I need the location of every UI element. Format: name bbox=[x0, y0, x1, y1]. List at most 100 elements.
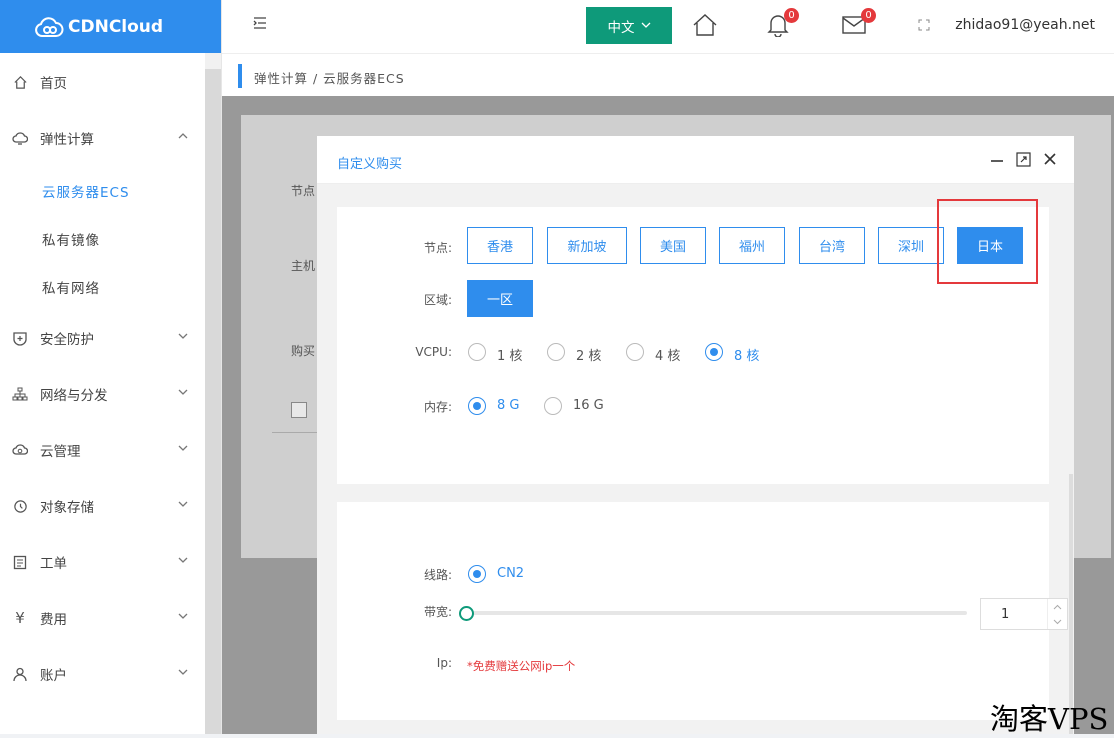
background-label: 购买 bbox=[291, 344, 316, 358]
ticket-icon bbox=[12, 554, 28, 570]
minimize-icon[interactable] bbox=[990, 153, 1004, 171]
yen-icon: ¥ bbox=[15, 609, 25, 627]
vcpu-option-label[interactable]: 2 核 bbox=[576, 345, 601, 364]
fullscreen-icon[interactable] bbox=[918, 19, 930, 35]
maximize-icon[interactable] bbox=[1016, 152, 1031, 171]
sidebar-item-label: 首页 bbox=[40, 76, 67, 92]
cloud-manage-icon bbox=[12, 442, 28, 458]
bandwidth-value: 1 bbox=[1001, 607, 1010, 622]
brand-name: CDNCloud bbox=[68, 16, 164, 37]
sidebar-subitem-private-image[interactable]: 私有镜像 bbox=[42, 229, 100, 249]
bell-icon[interactable]: 0 bbox=[767, 8, 799, 41]
vcpu-radio-8[interactable] bbox=[705, 343, 723, 361]
sidebar-item-label: 弹性计算 bbox=[40, 132, 94, 148]
background-checkbox bbox=[291, 402, 307, 418]
chevron-down-icon bbox=[177, 554, 189, 570]
vcpu-radio-2[interactable] bbox=[547, 343, 565, 361]
node-button-hongkong[interactable]: 香港 bbox=[467, 227, 533, 264]
modal-scrollbar[interactable] bbox=[1069, 474, 1073, 734]
zone-button[interactable]: 一区 bbox=[467, 280, 533, 317]
memory-option-label[interactable]: 16 G bbox=[573, 398, 604, 413]
cloud-logo-icon bbox=[35, 16, 64, 37]
bandwidth-input[interactable]: 1 bbox=[980, 598, 1068, 630]
sidebar-item-label: 工单 bbox=[40, 556, 67, 572]
brand-logo[interactable]: CDNCloud bbox=[0, 0, 221, 53]
user-email[interactable]: zhidao91@yeah.net bbox=[955, 17, 1095, 33]
sidebar-item-elastic-compute[interactable]: 弹性计算 bbox=[0, 118, 205, 158]
language-label: 中文 bbox=[607, 19, 635, 36]
sidebar: CDNCloud 首页 弹性计算 云服务器ECS 私有镜像 私有网络 安全防护 … bbox=[0, 0, 222, 734]
node-button-shenzhen[interactable]: 深圳 bbox=[878, 227, 944, 264]
sidebar-item-home[interactable]: 首页 bbox=[0, 62, 205, 102]
mail-icon[interactable]: 0 bbox=[842, 8, 876, 39]
breadcrumb-accent bbox=[238, 64, 242, 88]
modal-header: 自定义购买 bbox=[317, 136, 1074, 184]
vcpu-option-label[interactable]: 4 核 bbox=[655, 345, 680, 364]
sidebar-item-label: 云管理 bbox=[40, 444, 81, 460]
storage-icon bbox=[12, 498, 28, 514]
modal-title: 自定义购买 bbox=[337, 157, 403, 172]
vcpu-radio-4[interactable] bbox=[626, 343, 644, 361]
sidebar-subitem-private-network[interactable]: 私有网络 bbox=[42, 277, 100, 297]
sidebar-item-object-storage[interactable]: 对象存储 bbox=[0, 486, 205, 526]
vcpu-option-label[interactable]: 8 核 bbox=[734, 345, 759, 364]
language-select[interactable]: 中文 bbox=[586, 7, 672, 44]
sidebar-item-label: 账户 bbox=[40, 668, 67, 684]
ip-label: Ip: bbox=[436, 656, 452, 670]
close-icon[interactable] bbox=[1043, 152, 1057, 170]
node-button-singapore[interactable]: 新加坡 bbox=[547, 227, 627, 264]
vcpu-label: VCPU: bbox=[415, 345, 452, 359]
chevron-down-icon bbox=[177, 330, 189, 346]
sidebar-item-cloud-manage[interactable]: 云管理 bbox=[0, 430, 205, 470]
sidebar-item-account[interactable]: 账户 bbox=[0, 654, 205, 694]
bandwidth-slider-handle[interactable] bbox=[459, 606, 474, 621]
sidebar-item-label: 对象存储 bbox=[40, 500, 94, 516]
top-header: 中文 0 0 zhidao91@yeah.net bbox=[222, 0, 1114, 53]
breadcrumb: 弹性计算 / 云服务器ECS bbox=[254, 71, 405, 86]
sidebar-subitem-ecs[interactable]: 云服务器ECS bbox=[42, 181, 130, 201]
memory-radio-16g[interactable] bbox=[544, 397, 562, 415]
sidebar-item-billing[interactable]: ¥ 费用 bbox=[0, 598, 205, 638]
chevron-down-icon bbox=[177, 610, 189, 626]
background-label: 主机 bbox=[291, 259, 316, 273]
cloud-compute-icon bbox=[12, 130, 28, 146]
vcpu-radio-1[interactable] bbox=[468, 343, 486, 361]
node-button-taiwan[interactable]: 台湾 bbox=[799, 227, 865, 264]
line-radio-cn2[interactable] bbox=[468, 565, 486, 583]
sidebar-item-label: 安全防护 bbox=[40, 332, 94, 348]
scrollbar-thumb[interactable] bbox=[205, 69, 221, 734]
memory-radio-8g[interactable] bbox=[468, 397, 486, 415]
bandwidth-slider-track[interactable] bbox=[467, 611, 967, 615]
node-button-usa[interactable]: 美国 bbox=[640, 227, 706, 264]
memory-label: 内存: bbox=[423, 400, 452, 414]
ip-note: *免费赠送公网ip一个 bbox=[467, 659, 576, 673]
sidebar-item-security[interactable]: 安全防护 bbox=[0, 318, 205, 358]
sidebar-item-network[interactable]: 网络与分发 bbox=[0, 374, 205, 414]
line-option-label[interactable]: CN2 bbox=[497, 566, 524, 581]
sidebar-item-label: 费用 bbox=[40, 612, 67, 628]
chevron-down-icon bbox=[177, 666, 189, 682]
node-button-fuzhou[interactable]: 福州 bbox=[719, 227, 785, 264]
breadcrumb-bar: 弹性计算 / 云服务器ECS bbox=[222, 53, 1114, 96]
line-label: 线路: bbox=[423, 568, 452, 582]
home-icon[interactable] bbox=[692, 13, 718, 41]
vcpu-option-label[interactable]: 1 核 bbox=[497, 345, 522, 364]
sidebar-item-label: 网络与分发 bbox=[40, 388, 108, 404]
stepper-up-icon[interactable] bbox=[1048, 599, 1067, 614]
sidebar-scrollbar[interactable] bbox=[205, 53, 221, 734]
network-icon bbox=[12, 386, 28, 402]
menu-fold-icon[interactable] bbox=[253, 16, 267, 34]
chevron-down-icon bbox=[641, 18, 651, 34]
stepper-down-icon[interactable] bbox=[1048, 614, 1067, 629]
memory-option-label[interactable]: 8 G bbox=[497, 398, 519, 413]
watermark: 淘客VPS bbox=[990, 702, 1109, 736]
node-label: 节点: bbox=[423, 241, 452, 255]
selection-highlight-box bbox=[937, 199, 1038, 284]
chevron-up-icon bbox=[177, 130, 189, 146]
message-badge: 0 bbox=[861, 8, 876, 23]
chevron-down-icon bbox=[177, 498, 189, 514]
shield-icon bbox=[12, 330, 28, 346]
zone-label: 区域: bbox=[423, 293, 452, 307]
sidebar-item-tickets[interactable]: 工单 bbox=[0, 542, 205, 582]
notification-badge: 0 bbox=[784, 8, 799, 23]
